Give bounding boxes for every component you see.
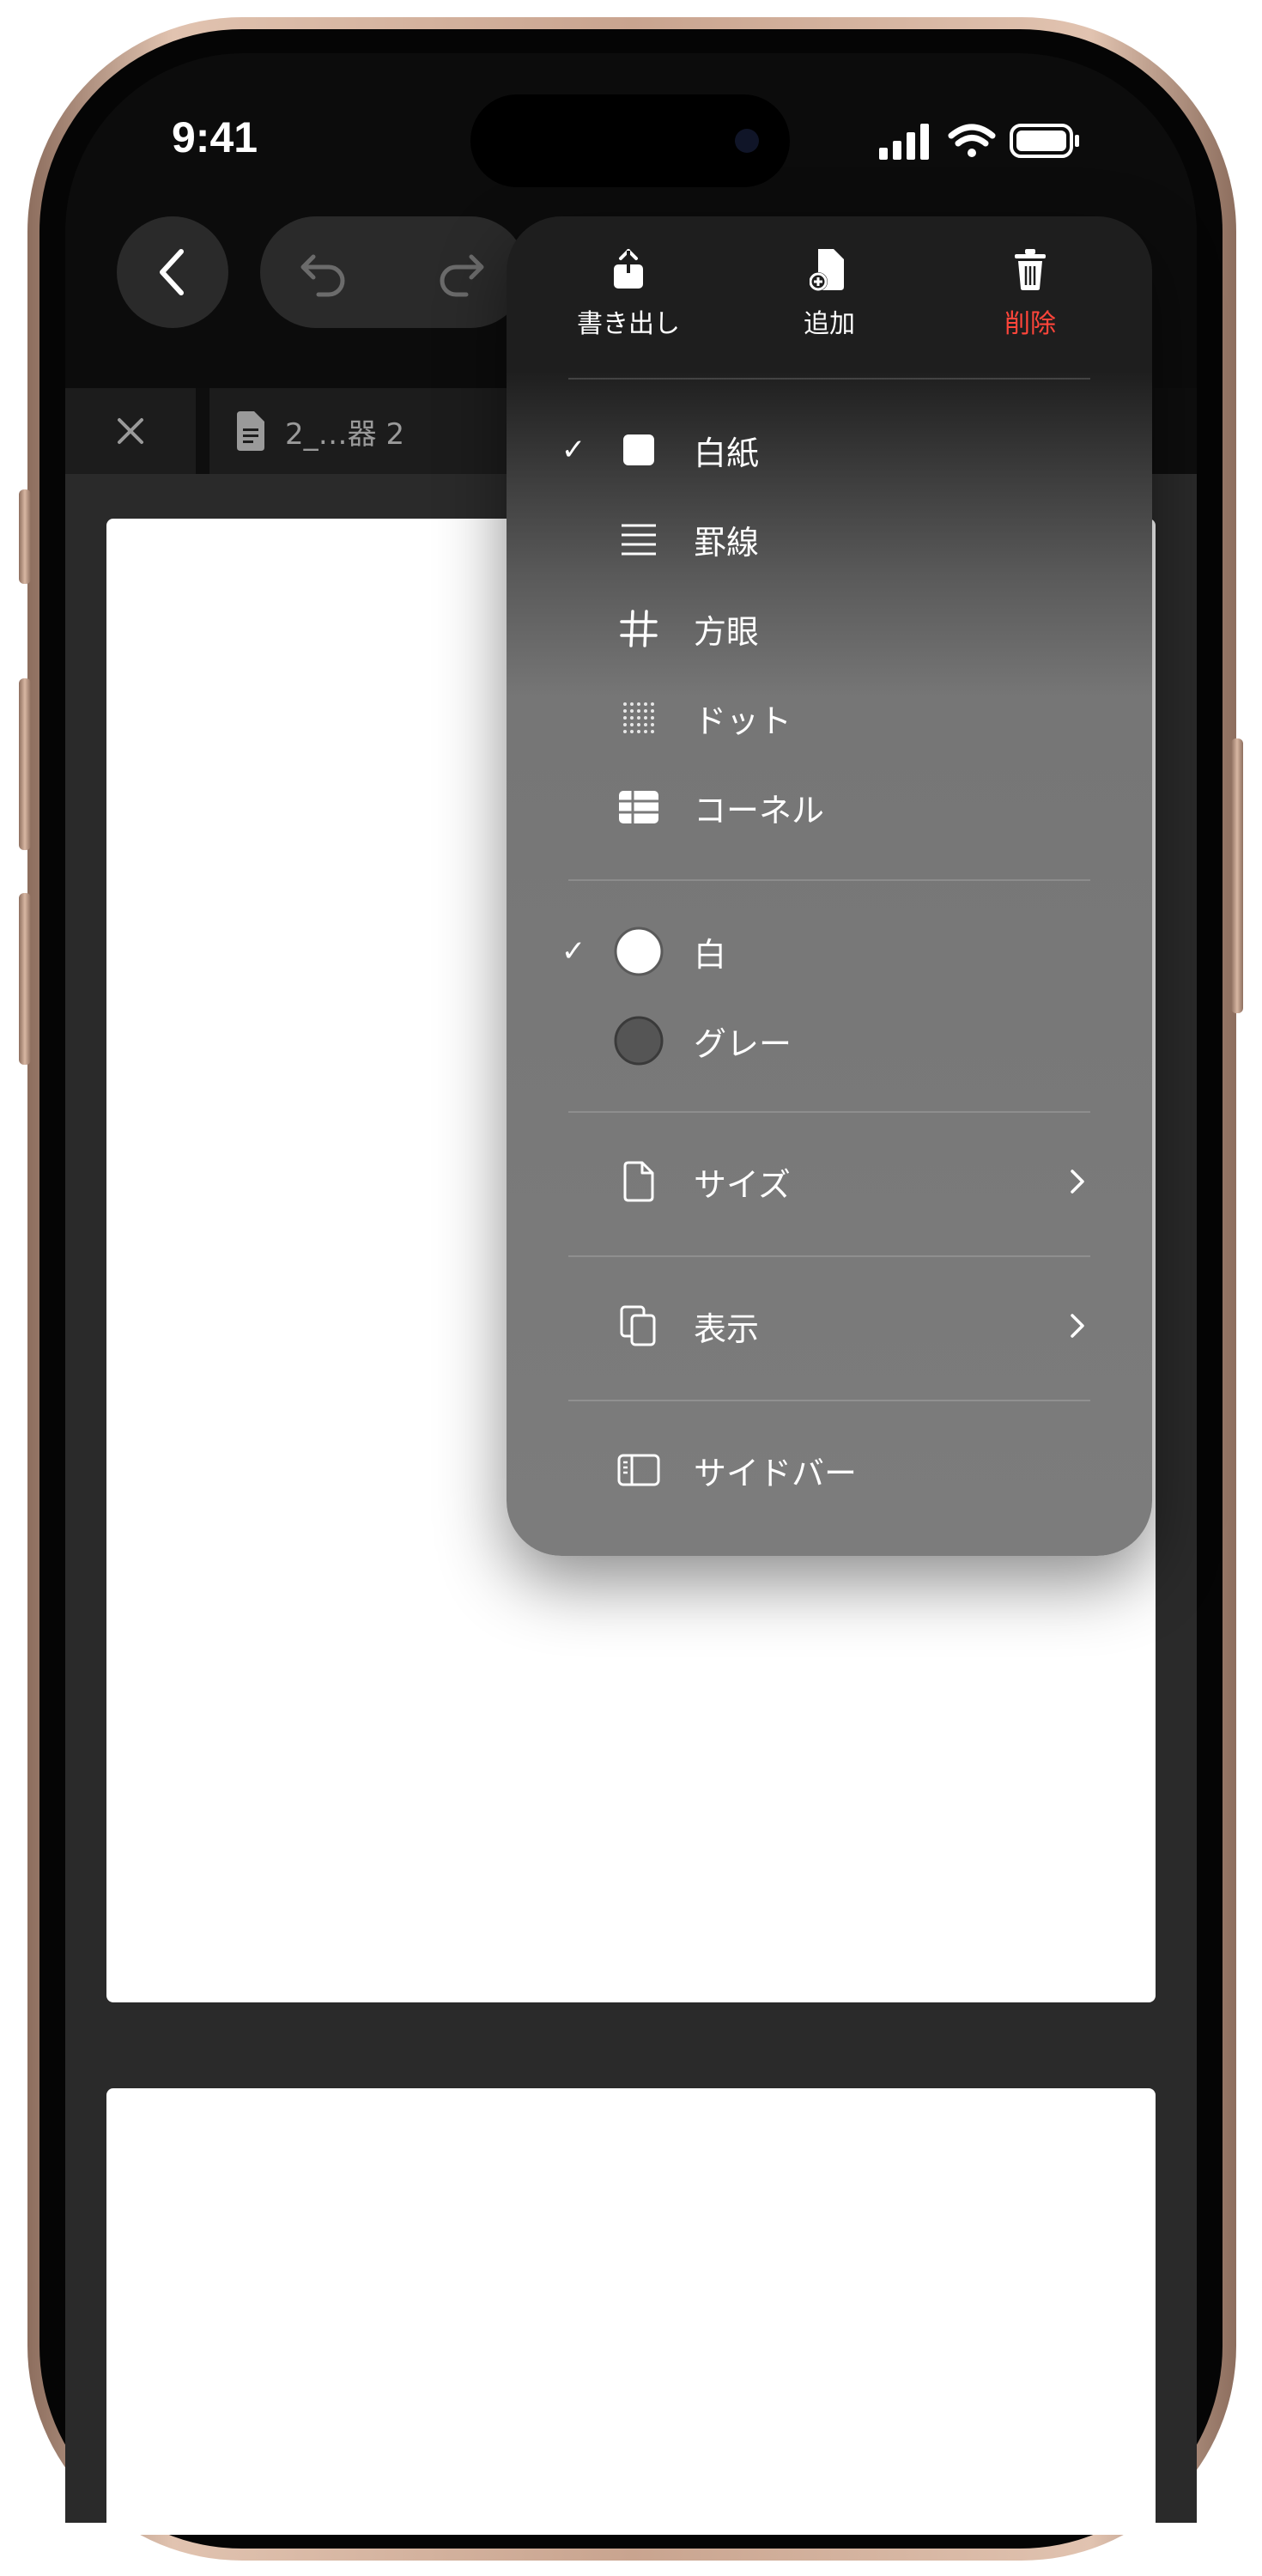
export-button[interactable]: 書き出し: [543, 247, 714, 359]
chevron-right-icon: [1071, 1170, 1084, 1194]
power-button: [1231, 738, 1243, 1013]
menu-separator: [568, 879, 1090, 881]
menu-item-label: 表示: [694, 1309, 760, 1348]
menu-separator: [568, 1111, 1090, 1113]
menu-item-cornell[interactable]: コーネル: [507, 764, 1152, 850]
document-icon: [237, 411, 264, 451]
menu-item-label: 白: [694, 935, 727, 974]
copy-pages-icon: [620, 1305, 656, 1346]
export-label: 書き出し: [577, 309, 680, 339]
gray-swatch: [614, 1016, 664, 1066]
menu-separator: [568, 1400, 1090, 1401]
menu-item-label: コーネル: [694, 791, 825, 829]
menu-item-color-gray[interactable]: グレー: [507, 998, 1152, 1084]
delete-page-label: 削除: [1004, 309, 1056, 339]
menu-item-sidebar[interactable]: サイドバー: [507, 1427, 1152, 1513]
trash-icon: [1015, 249, 1046, 290]
lines-icon: [622, 524, 656, 556]
menu-item-ruled[interactable]: 罫線: [507, 496, 1152, 582]
menu-item-label: ドット: [694, 702, 792, 740]
sidebar-icon: [617, 1454, 660, 1486]
menu-item-size[interactable]: サイズ: [507, 1139, 1152, 1224]
menu-item-grid[interactable]: 方眼: [507, 586, 1152, 671]
status-time: 9:41: [172, 113, 258, 161]
checkmark: ✓: [561, 934, 586, 969]
page-2[interactable]: [106, 2088, 1156, 2535]
menu-item-label: 方眼: [694, 612, 760, 651]
share-icon: [614, 249, 643, 289]
dots-icon: [623, 702, 654, 733]
chevron-left-icon: [160, 249, 184, 295]
menu-actions: 書き出し 追加 削除: [507, 216, 1152, 388]
status-icons: [867, 117, 1090, 168]
cornell-icon: [619, 791, 658, 823]
menu-separator: [568, 1255, 1090, 1257]
cellular-signal-icon: [879, 124, 929, 160]
menu-item-label: 罫線: [694, 523, 760, 562]
dynamic-island: [470, 94, 790, 187]
undo-redo-group: [260, 216, 526, 328]
menu-item-color-white[interactable]: ✓ 白: [507, 908, 1152, 994]
menu-separator: [568, 378, 1090, 380]
add-page-label: 追加: [804, 309, 855, 339]
action-button: [19, 489, 31, 584]
menu-item-view[interactable]: 表示: [507, 1283, 1152, 1369]
add-page-icon: [810, 249, 844, 291]
wifi-icon: [948, 124, 996, 157]
tab-close-button[interactable]: [65, 388, 196, 474]
menu-item-label: グレー: [694, 1024, 792, 1063]
white-swatch: [614, 927, 664, 976]
back-button[interactable]: [117, 216, 228, 328]
grid-icon: [620, 610, 658, 647]
page-options-menu: 書き出し 追加 削除 ✓ 白紙 罫線 方眼 ドット コーネル ✓ 白 グレー サ…: [507, 216, 1152, 1556]
volume-up-button: [19, 678, 31, 850]
page-icon: [623, 1161, 654, 1202]
menu-item-blank[interactable]: ✓ 白紙: [507, 407, 1152, 493]
add-page-button[interactable]: 追加: [743, 247, 915, 359]
checkmark: ✓: [561, 433, 586, 467]
menu-item-label: サイズ: [694, 1165, 791, 1204]
menu-item-label: 白紙: [694, 434, 760, 472]
undo-icon[interactable]: [296, 245, 351, 300]
menu-item-label: サイドバー: [694, 1454, 858, 1492]
chevron-right-icon: [1071, 1314, 1084, 1338]
close-icon: [118, 418, 143, 444]
volume-down-button: [19, 893, 31, 1065]
front-camera: [735, 129, 759, 153]
document-tab-title: 2_…器 2: [285, 416, 405, 452]
battery-icon: [1010, 124, 1079, 158]
blank-square-icon: [623, 434, 654, 465]
redo-icon[interactable]: [434, 245, 488, 300]
delete-page-button[interactable]: 削除: [944, 247, 1116, 359]
menu-item-dots[interactable]: ドット: [507, 675, 1152, 761]
